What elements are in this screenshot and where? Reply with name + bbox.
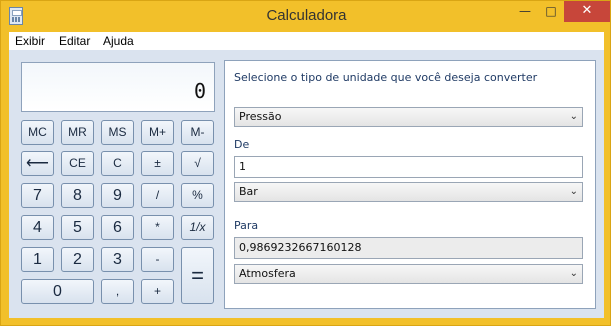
digit-2-button[interactable]: 2 — [61, 247, 94, 272]
digit-6-button[interactable]: 6 — [101, 215, 134, 240]
unit-type-prompt: Selecione o tipo de unidade que você des… — [234, 71, 538, 84]
multiply-button[interactable]: * — [141, 215, 174, 240]
decimal-comma-button[interactable]: , — [101, 279, 134, 304]
digit-5-button[interactable]: 5 — [61, 215, 94, 240]
memory-add-button[interactable]: M+ — [141, 120, 174, 145]
memory-store-button[interactable]: MS — [101, 120, 134, 145]
menu-ajuda[interactable]: Ajuda — [103, 34, 134, 48]
chevron-down-icon: ⌄ — [569, 186, 578, 197]
equals-button[interactable]: = — [181, 247, 214, 304]
to-unit-select[interactable]: Atmosfera ⌄ — [234, 264, 583, 284]
square-root-button[interactable]: √ — [181, 151, 214, 176]
calculator-window: Calculadora — □ ✕ Exibir Editar Ajuda 0 … — [0, 0, 611, 326]
backspace-button[interactable]: ⟵ — [21, 151, 54, 176]
to-label: Para — [234, 219, 259, 232]
unit-conversion-panel: Selecione o tipo de unidade que você des… — [224, 60, 596, 309]
from-label: De — [234, 138, 250, 151]
digit-0-button[interactable]: 0 — [21, 279, 94, 304]
menu-bar: Exibir Editar Ajuda — [9, 32, 604, 50]
minimize-button[interactable]: — — [512, 1, 538, 22]
plus-minus-button[interactable]: ± — [141, 151, 174, 176]
close-button[interactable]: ✕ — [564, 1, 610, 22]
memory-subtract-button[interactable]: M- — [181, 120, 214, 145]
unit-type-value: Pressão — [239, 110, 282, 123]
to-unit-value: Atmosfera — [239, 267, 296, 280]
to-value-output: 0,9869232667160128 — [234, 237, 583, 259]
menu-exibir[interactable]: Exibir — [15, 34, 45, 48]
from-unit-value: Bar — [239, 185, 258, 198]
clear-entry-button[interactable]: CE — [61, 151, 94, 176]
memory-recall-button[interactable]: MR — [61, 120, 94, 145]
unit-type-select[interactable]: Pressão ⌄ — [234, 107, 583, 127]
calculator-body: 0 MC MR MS M+ M- ⟵ CE C ± √ 7 8 9 / % 4 … — [9, 50, 604, 318]
digit-9-button[interactable]: 9 — [101, 183, 134, 208]
menu-editar[interactable]: Editar — [59, 34, 90, 48]
maximize-button[interactable]: □ — [538, 1, 564, 22]
subtract-button[interactable]: - — [141, 247, 174, 272]
divide-button[interactable]: / — [141, 183, 174, 208]
digit-4-button[interactable]: 4 — [21, 215, 54, 240]
display-value: 0 — [193, 79, 206, 103]
digit-3-button[interactable]: 3 — [101, 247, 134, 272]
digit-7-button[interactable]: 7 — [21, 183, 54, 208]
memory-clear-button[interactable]: MC — [21, 120, 54, 145]
title-bar[interactable]: Calculadora — □ ✕ — [1, 1, 611, 31]
clear-button[interactable]: C — [101, 151, 134, 176]
percent-button[interactable]: % — [181, 183, 214, 208]
result-display: 0 — [21, 62, 215, 112]
chevron-down-icon: ⌄ — [569, 268, 578, 279]
from-unit-select[interactable]: Bar ⌄ — [234, 182, 583, 202]
digit-8-button[interactable]: 8 — [61, 183, 94, 208]
digit-1-button[interactable]: 1 — [21, 247, 54, 272]
chevron-down-icon: ⌄ — [569, 111, 578, 122]
reciprocal-button[interactable]: 1/x — [181, 215, 214, 240]
add-button[interactable]: + — [141, 279, 174, 304]
from-value-input[interactable]: 1 — [234, 156, 583, 178]
